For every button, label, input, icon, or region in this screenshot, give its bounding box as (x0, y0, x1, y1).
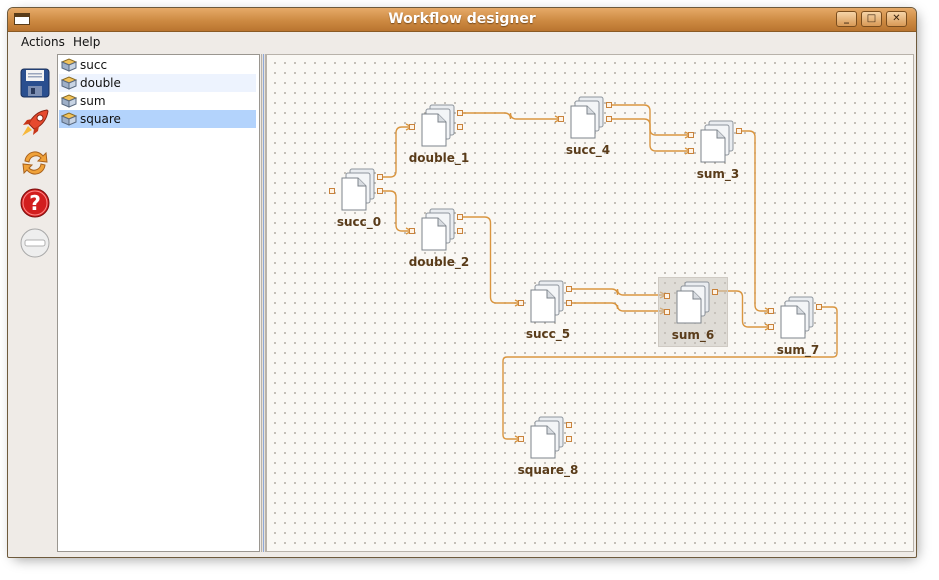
menu-actions[interactable]: Actions (21, 35, 65, 49)
output-port[interactable] (712, 289, 718, 295)
function-icon (61, 76, 77, 90)
output-port[interactable] (457, 228, 463, 234)
help-button[interactable]: ? (19, 187, 51, 219)
output-port[interactable] (377, 174, 383, 180)
document-stack-icon (570, 96, 604, 139)
node-label: sum_7 (776, 343, 820, 357)
window-title: Workflow designer (388, 11, 536, 27)
document-stack-icon (676, 281, 710, 324)
workflow-canvas[interactable]: succ_0 double_1 double_2 succ_4 sum_3 succ_5 s… (266, 54, 914, 552)
output-port[interactable] (816, 304, 822, 310)
workflow-node-double-1[interactable]: double_1 (404, 101, 474, 171)
node-label: sum_6 (671, 328, 715, 342)
function-list: succ double sum square (57, 54, 260, 552)
input-port[interactable] (688, 148, 694, 154)
input-port[interactable] (688, 132, 694, 138)
list-item-label: square (80, 112, 121, 126)
minimize-button[interactable]: _ (836, 11, 857, 27)
node-label: succ_0 (336, 215, 382, 229)
input-port[interactable] (664, 309, 670, 315)
node-label: square_8 (517, 463, 579, 477)
workflow-node-double-2[interactable]: double_2 (404, 205, 474, 275)
output-port[interactable] (566, 436, 572, 442)
list-item-succ[interactable]: succ (59, 56, 256, 74)
workflow-node-succ-5[interactable]: succ_5 (513, 277, 583, 347)
list-item-label: sum (80, 94, 106, 108)
workflow-node-sum-3[interactable]: sum_3 (683, 117, 753, 187)
menu-help[interactable]: Help (73, 35, 100, 49)
list-item-label: double (80, 76, 121, 90)
title-bar[interactable]: Workflow designer _ □ ✕ (8, 8, 916, 32)
input-port[interactable] (518, 436, 524, 442)
document-stack-icon (530, 416, 564, 459)
node-label: double_1 (408, 151, 470, 165)
list-item-sum[interactable]: sum (59, 92, 256, 110)
stop-button[interactable] (19, 227, 51, 259)
document-stack-icon (341, 168, 375, 211)
list-item-double[interactable]: double (59, 74, 256, 92)
connection-wire[interactable] (460, 112, 561, 120)
app-window: Workflow designer _ □ ✕ Actions Help ? s… (7, 7, 917, 558)
workflow-node-sum-7[interactable]: sum_7 (763, 293, 833, 363)
output-port[interactable] (457, 214, 463, 220)
rocket-icon (22, 109, 49, 136)
input-port[interactable] (329, 188, 335, 194)
connection-wire[interactable] (569, 288, 666, 296)
list-item-square[interactable]: square (59, 110, 256, 128)
workflow-node-sum-6[interactable]: sum_6 (658, 277, 728, 347)
input-port[interactable] (558, 116, 564, 122)
disabled-stop-icon (20, 228, 50, 258)
node-label: succ_5 (525, 327, 571, 341)
maximize-button[interactable]: □ (861, 11, 882, 27)
function-icon (61, 112, 77, 126)
save-button[interactable] (19, 67, 51, 99)
output-port[interactable] (736, 128, 742, 134)
document-stack-icon (700, 120, 734, 163)
input-port[interactable] (409, 124, 415, 130)
floppy-disk-icon (20, 68, 50, 98)
output-port[interactable] (566, 422, 572, 428)
input-port[interactable] (768, 308, 774, 314)
output-port[interactable] (457, 124, 463, 130)
workflow-node-succ-4[interactable]: succ_4 (553, 93, 623, 163)
document-stack-icon (421, 104, 455, 147)
node-label: double_2 (408, 255, 470, 269)
output-port[interactable] (606, 116, 612, 122)
workflow-node-square-8[interactable]: square_8 (513, 413, 583, 483)
document-stack-icon (780, 296, 814, 339)
menu-bar: Actions Help (8, 32, 916, 52)
output-port[interactable] (377, 188, 383, 194)
run-button[interactable] (19, 107, 51, 139)
refresh-button[interactable] (19, 147, 51, 179)
input-port[interactable] (409, 228, 415, 234)
side-toolbar: ? (9, 54, 57, 552)
svg-text:?: ? (29, 191, 41, 215)
node-label: succ_4 (565, 143, 611, 157)
input-port[interactable] (518, 300, 524, 306)
node-label: sum_3 (696, 167, 740, 181)
close-button[interactable]: ✕ (886, 11, 907, 27)
function-icon (61, 94, 77, 108)
connection-wire[interactable] (569, 302, 666, 312)
output-port[interactable] (566, 300, 572, 306)
list-item-label: succ (80, 58, 108, 72)
input-port[interactable] (768, 324, 774, 330)
output-port[interactable] (457, 110, 463, 116)
workflow-node-succ-0[interactable]: succ_0 (324, 165, 394, 235)
output-port[interactable] (566, 286, 572, 292)
input-port[interactable] (664, 293, 670, 299)
document-stack-icon (530, 280, 564, 323)
output-port[interactable] (606, 102, 612, 108)
refresh-arrows-icon (22, 151, 48, 175)
function-icon (61, 58, 77, 72)
document-stack-icon (421, 208, 455, 251)
help-icon: ? (20, 188, 50, 218)
